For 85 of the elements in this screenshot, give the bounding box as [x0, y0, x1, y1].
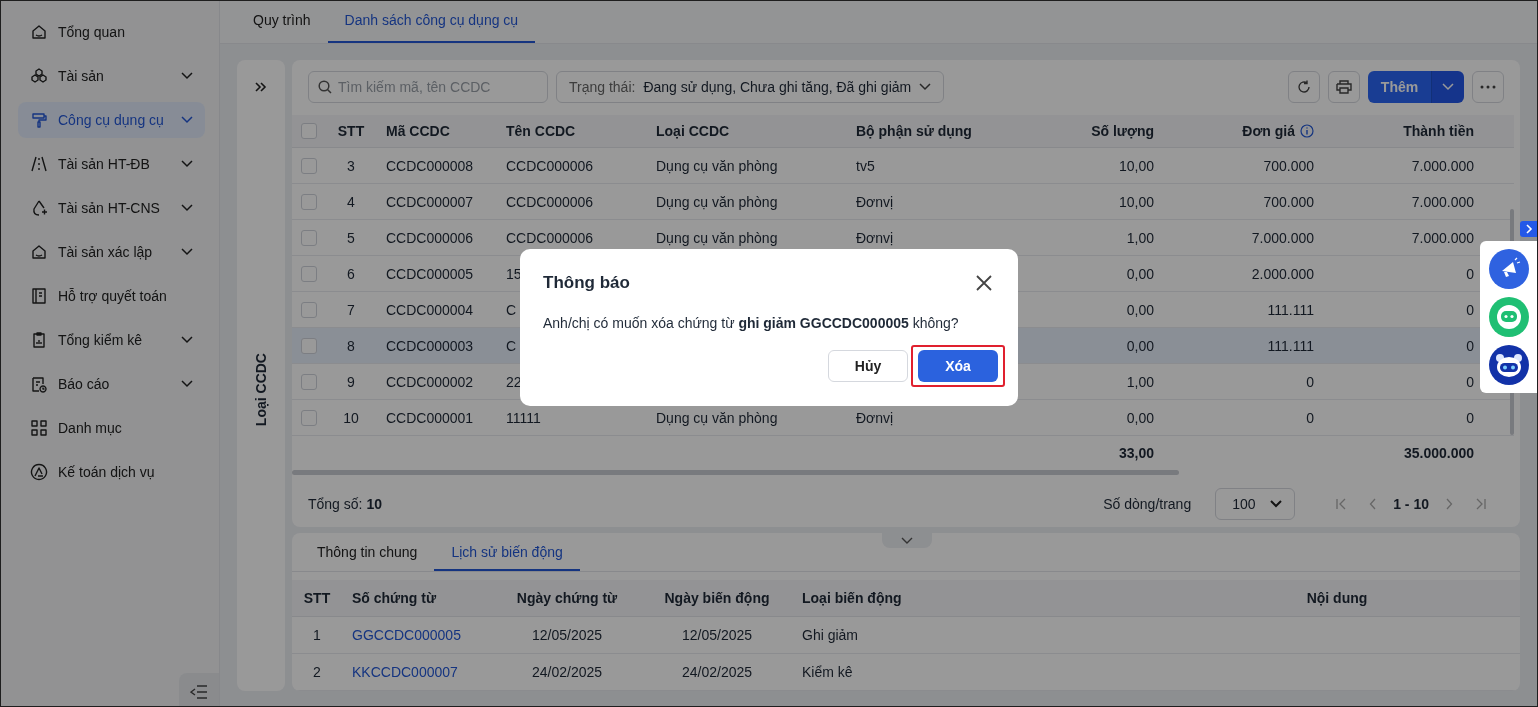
table-cell: 12/05/2025 — [681, 627, 753, 643]
table-cell: CCDC000008 — [386, 157, 474, 174]
table-cell: CCDC000006 — [506, 157, 594, 174]
dialog-message: Anh/chị có muốn xóa chứng từ ghi giảm GGCCDC000005 không? — [543, 315, 960, 331]
table-cell: 0 — [1306, 373, 1314, 390]
table-cell: 111.111 — [1267, 337, 1314, 354]
column-header: Đơn giá — [1242, 123, 1295, 139]
column-header: Loại CCDC — [655, 122, 731, 141]
table-cell: Kiểm kê — [802, 664, 853, 680]
table-cell: CCDC000005 — [386, 265, 474, 282]
table-cell: 10,00 — [1118, 157, 1154, 174]
table-cell: Dụng cụ văn phòng — [656, 229, 778, 246]
table-cell: CCDC000002 — [386, 373, 474, 390]
table-cell: Dụng cụ văn phòng — [656, 157, 778, 174]
table-cell: 0 — [1466, 373, 1474, 390]
table-cell: 24/02/2025 — [681, 664, 753, 680]
table-cell: CCDC000006 — [506, 229, 594, 246]
table-cell: 1 — [313, 627, 321, 643]
table-cell: 7.000.000 — [1251, 229, 1314, 246]
column-header: STT — [336, 122, 366, 141]
table-cell: 0 — [1306, 409, 1314, 426]
table-cell: C — [506, 301, 517, 318]
table-cell: 700.000 — [1263, 193, 1314, 210]
table-cell: 10,00 — [1118, 193, 1154, 210]
table-cell: 11111 — [506, 409, 541, 426]
page-size-label: Số dòng/trang — [1103, 496, 1192, 512]
panel-label: Loại CCDC — [253, 352, 269, 426]
table-cell: 7.000.000 — [1411, 157, 1474, 174]
table-cell: 7.000.000 — [1411, 193, 1474, 210]
column-header: STT — [302, 589, 332, 608]
table-cell: CCDC000007 — [386, 193, 474, 210]
table-cell: CCDC000006 — [506, 193, 594, 210]
table-cell: Dụng cụ văn phòng — [656, 409, 778, 426]
table-cell: 9 — [347, 373, 355, 390]
column-header: Tên CCDC — [505, 122, 577, 141]
table-cell: 0 — [1466, 301, 1474, 318]
table-cell: 2 — [313, 664, 321, 680]
table-cell: 6 — [347, 265, 355, 282]
table-cell: CCDC000004 — [386, 301, 474, 318]
table-cell: 0,00 — [1126, 265, 1154, 282]
column-header: Thành tiền — [1402, 122, 1475, 141]
column-header: Ngày chứng từ — [515, 589, 619, 608]
table-cell: 0,00 — [1126, 301, 1154, 318]
table-cell: CCDC000001 — [386, 409, 474, 426]
total-cell: 35.000.000 — [1403, 445, 1474, 461]
table-cell: 12/05/2025 — [531, 627, 603, 643]
table-cell: 5 — [347, 229, 355, 246]
column-header: Số lượng — [1090, 122, 1155, 141]
table-cell: 7.000.000 — [1411, 229, 1474, 246]
total-count: Tổng số: 10 — [308, 496, 382, 512]
column-header: Mã CCDC — [385, 122, 451, 141]
table-cell: 22 — [506, 373, 522, 390]
table-cell: CCDC000003 — [386, 337, 474, 354]
table-cell: 0,00 — [1126, 409, 1154, 426]
dialog-title: Thông báo — [543, 273, 630, 293]
table-cell: Đơnvị — [856, 229, 894, 246]
table-cell: 2.000.000 — [1251, 265, 1314, 282]
table-cell: tv5 — [856, 157, 875, 174]
table-cell: Ghi giảm — [802, 627, 859, 643]
table-cell: 8 — [347, 337, 355, 354]
table-cell: 10 — [343, 409, 359, 426]
table-cell: 700.000 — [1263, 157, 1314, 174]
page-range: 1 - 10 — [1393, 496, 1429, 512]
column-header: Số chứng từ — [351, 589, 438, 608]
table-cell: 0,00 — [1126, 337, 1154, 354]
table-cell: 24/02/2025 — [531, 664, 603, 680]
table-cell: 3 — [347, 157, 355, 174]
table-cell: 0 — [1466, 409, 1474, 426]
table-cell: 0 — [1466, 337, 1474, 354]
table-cell: CCDC000006 — [386, 229, 474, 246]
table-cell: 4 — [347, 193, 355, 210]
table-cell: 1,00 — [1126, 229, 1154, 246]
column-header: Nội dung — [1305, 589, 1369, 608]
table-cell: Đơnvị — [856, 409, 894, 426]
table-cell: 111.111 — [1267, 301, 1314, 318]
table-cell: 1,00 — [1126, 373, 1154, 390]
column-header: Loại biến động — [801, 589, 903, 608]
column-header: Ngày biến động — [663, 589, 771, 608]
table-cell: 7 — [347, 301, 355, 318]
table-cell: 0 — [1466, 265, 1474, 282]
total-cell: 33,00 — [1118, 445, 1154, 461]
table-cell: Đơnvị — [856, 193, 894, 210]
table-cell: Dụng cụ văn phòng — [656, 193, 778, 210]
table-cell: C — [506, 337, 517, 354]
column-header: Bộ phận sử dụng — [855, 122, 973, 141]
